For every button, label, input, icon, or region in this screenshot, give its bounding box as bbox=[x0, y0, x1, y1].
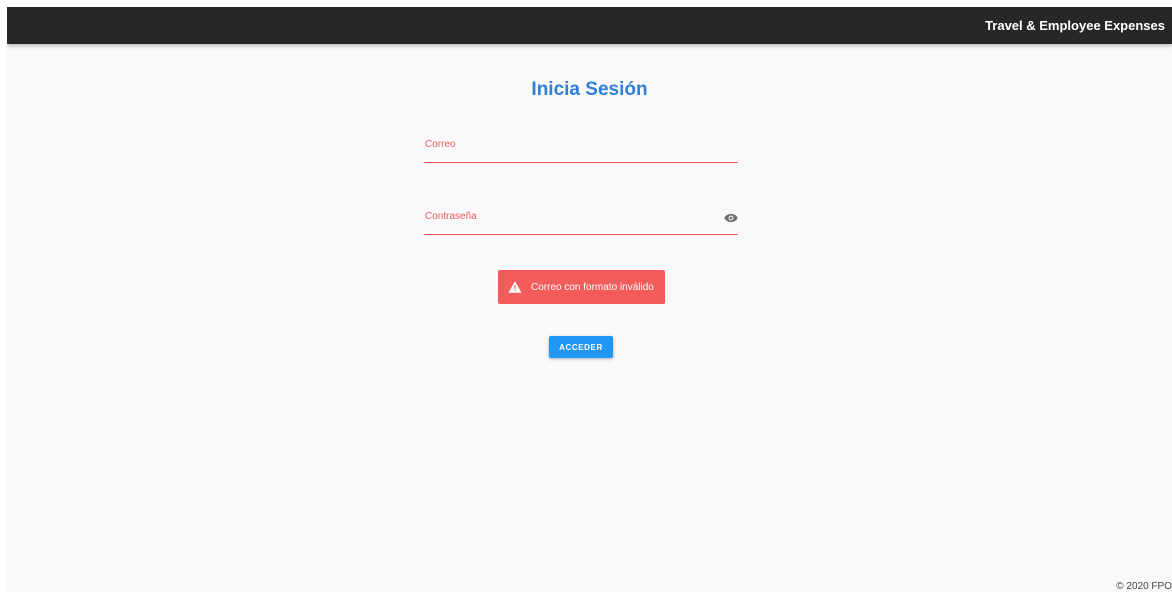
page: Travel & Employee Expenses Inicia Sesión… bbox=[7, 7, 1172, 592]
error-alert: Correo con formato inválido bbox=[498, 270, 665, 304]
app-title: Travel & Employee Expenses bbox=[985, 18, 1165, 33]
error-message: Correo con formato inválido bbox=[531, 281, 654, 293]
email-input[interactable] bbox=[424, 139, 738, 162]
warning-triangle-icon bbox=[508, 281, 522, 293]
page-title: Inicia Sesión bbox=[531, 79, 648, 100]
login-button[interactable]: ACCEDER bbox=[549, 336, 613, 358]
footer-copyright: © 2020 FPO bbox=[1116, 581, 1172, 592]
top-app-bar: Travel & Employee Expenses bbox=[7, 7, 1172, 44]
password-input[interactable] bbox=[424, 211, 738, 234]
email-field[interactable]: Correo bbox=[424, 139, 738, 163]
password-field[interactable]: Contraseña bbox=[424, 211, 738, 235]
eye-icon[interactable] bbox=[724, 213, 738, 223]
